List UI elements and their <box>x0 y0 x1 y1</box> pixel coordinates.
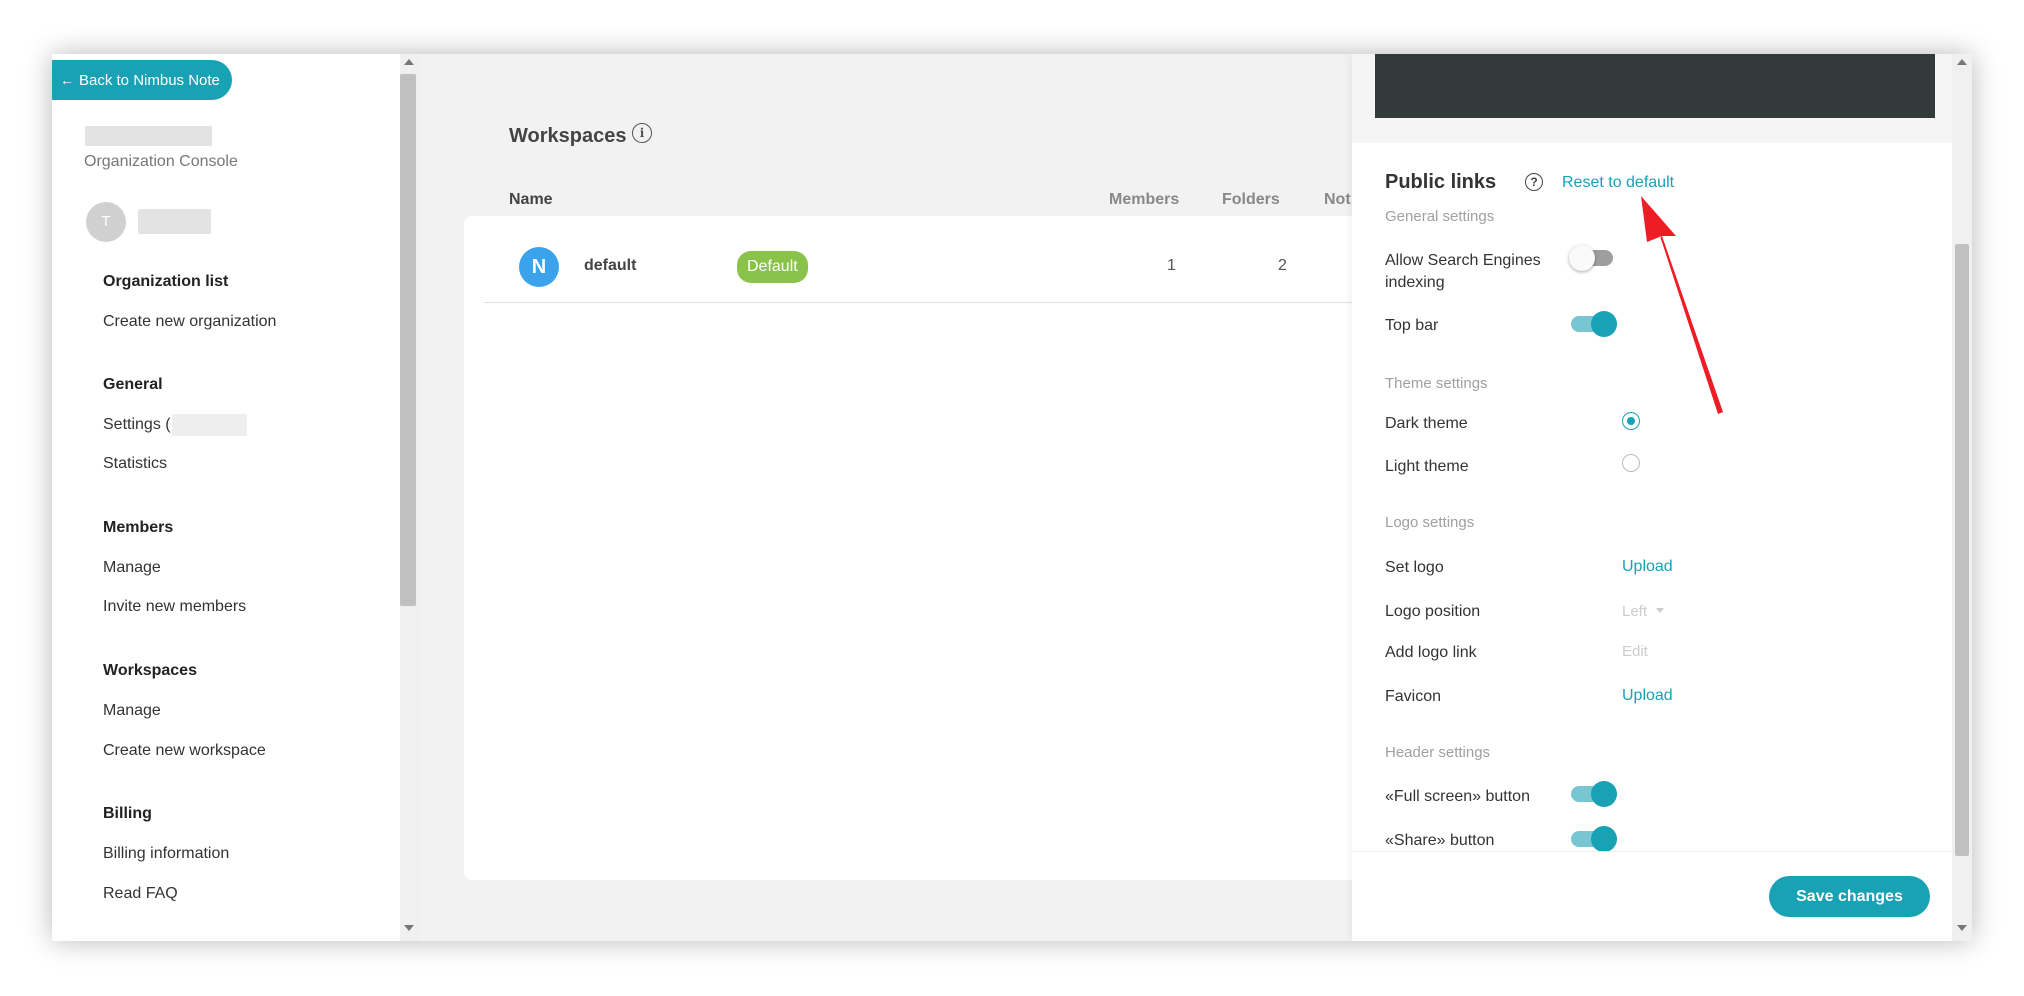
upload-favicon-link[interactable]: Upload <box>1622 687 1673 705</box>
user-name-redacted <box>138 209 211 234</box>
scroll-up-arrow-icon[interactable] <box>404 59 414 65</box>
column-header-notes[interactable]: Not <box>1324 191 1351 209</box>
sidebar-scrollbar-thumb[interactable] <box>400 74 416 606</box>
panel-footer-divider <box>1352 851 1952 852</box>
toggle-knob <box>1591 826 1617 852</box>
sidebar: ← Back to Nimbus Note Organization Consol… <box>52 54 400 941</box>
default-badge: Default <box>737 251 808 283</box>
toggle-knob <box>1569 245 1595 271</box>
info-icon[interactable]: i <box>632 123 652 143</box>
workspace-avatar: N <box>519 247 559 287</box>
sidebar-item-workspaces-manage[interactable]: Manage <box>103 702 161 720</box>
upload-logo-link[interactable]: Upload <box>1622 558 1673 576</box>
sidebar-item-statistics[interactable]: Statistics <box>103 455 167 473</box>
workspace-folders-count: 2 <box>1278 257 1287 274</box>
set-logo-label: Set logo <box>1385 559 1444 576</box>
org-name-redacted <box>85 126 212 146</box>
sidebar-item-create-workspace[interactable]: Create new workspace <box>103 742 266 760</box>
logo-position-label: Logo position <box>1385 603 1481 620</box>
panel-scrollbar-thumb[interactable] <box>1955 244 1969 856</box>
workspace-name[interactable]: default <box>584 257 636 275</box>
logo-position-select[interactable]: Left <box>1622 603 1647 620</box>
section-billing: Billing <box>103 805 152 822</box>
column-header-members[interactable]: Members <box>1109 191 1179 209</box>
sidebar-item-read-faq[interactable]: Read FAQ <box>103 885 178 903</box>
section-members: Members <box>103 519 174 536</box>
panel-scroll-down-arrow-icon[interactable] <box>1957 925 1967 931</box>
full-screen-button-toggle[interactable] <box>1569 779 1617 807</box>
sidebar-item-create-organization[interactable]: Create new organization <box>103 313 276 331</box>
page-title: Workspaces <box>509 125 627 147</box>
back-to-nimbus-note-button[interactable]: ← Back to Nimbus Note <box>52 60 232 100</box>
app-window: ← Back to Nimbus Note Organization Consol… <box>52 54 1972 941</box>
allow-search-indexing-label: Allow Search Engines indexing <box>1385 252 1541 291</box>
section-organization-list[interactable]: Organization list <box>103 273 228 291</box>
chevron-down-icon <box>1656 608 1664 613</box>
edit-logo-link[interactable]: Edit <box>1622 643 1648 660</box>
logo-settings-heading: Logo settings <box>1385 514 1475 531</box>
dark-theme-label: Dark theme <box>1385 415 1468 432</box>
sidebar-item-billing-information[interactable]: Billing information <box>103 845 229 863</box>
allow-search-indexing-toggle[interactable] <box>1569 243 1617 271</box>
row-divider <box>484 302 1394 303</box>
light-theme-label: Light theme <box>1385 458 1469 475</box>
light-theme-radio[interactable] <box>1622 454 1640 472</box>
top-bar-label: Top bar <box>1385 317 1439 334</box>
user-avatar[interactable]: T <box>86 202 126 242</box>
share-button-toggle[interactable] <box>1569 824 1617 852</box>
sidebar-item-settings[interactable]: Settings ( <box>103 416 171 434</box>
general-settings-heading: General settings <box>1385 208 1495 225</box>
panel-title: Public links <box>1385 171 1497 193</box>
scroll-down-arrow-icon[interactable] <box>404 925 414 931</box>
theme-settings-heading: Theme settings <box>1385 375 1488 392</box>
back-button-label: Back to Nimbus Note <box>79 72 220 89</box>
dark-theme-radio[interactable] <box>1622 412 1640 430</box>
column-header-folders[interactable]: Folders <box>1222 191 1280 209</box>
workspace-members-count: 1 <box>1167 257 1176 274</box>
settings-name-redacted <box>172 414 247 436</box>
sidebar-item-invite-members[interactable]: Invite new members <box>103 598 246 616</box>
public-links-panel: Public links ? Reset to default General … <box>1352 54 1972 941</box>
arrow-left-icon: ← <box>60 72 74 88</box>
top-bar-toggle[interactable] <box>1569 309 1617 337</box>
org-console-label: Organization Console <box>84 153 238 170</box>
reset-to-default-link[interactable]: Reset to default <box>1562 174 1674 192</box>
column-header-name[interactable]: Name <box>509 191 553 209</box>
full-screen-button-label: «Full screen» button <box>1385 788 1530 805</box>
share-button-label: «Share» button <box>1385 832 1495 849</box>
toggle-knob <box>1591 781 1617 807</box>
header-settings-heading: Header settings <box>1385 744 1491 761</box>
sidebar-item-members-manage[interactable]: Manage <box>103 559 161 577</box>
favicon-label: Favicon <box>1385 688 1442 705</box>
theme-preview <box>1375 54 1935 118</box>
section-general: General <box>103 376 163 393</box>
section-workspaces: Workspaces <box>103 662 197 679</box>
toggle-knob <box>1591 311 1617 337</box>
help-icon[interactable]: ? <box>1525 173 1543 191</box>
workspaces-table: N default Default 1 2 0 <box>464 216 1394 880</box>
save-changes-button[interactable]: Save changes <box>1769 876 1930 917</box>
panel-scroll-up-arrow-icon[interactable] <box>1957 59 1967 65</box>
add-logo-link-label: Add logo link <box>1385 644 1477 661</box>
